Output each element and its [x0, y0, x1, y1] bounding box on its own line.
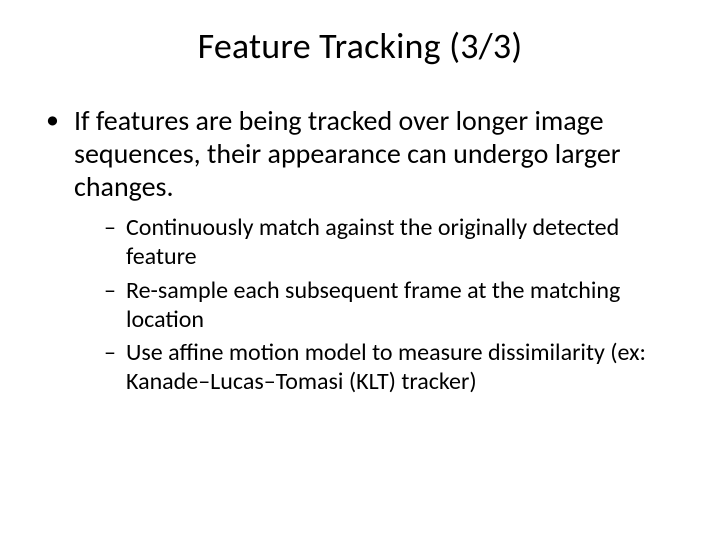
sub-bullet-item: Re-sample each subsequent frame at the m…: [104, 276, 678, 335]
bullet-text: If features are being tracked over longe…: [74, 103, 621, 204]
sub-bullet-item: Continuously match against the originall…: [104, 213, 678, 272]
slide-body: If features are being tracked over longe…: [0, 78, 720, 397]
bullet-list-level2: Continuously match against the originall…: [74, 213, 678, 397]
slide-title: Feature Tracking (3/3): [0, 0, 720, 78]
sub-bullet-item: Use affine motion model to measure dissi…: [104, 338, 678, 397]
slide: Feature Tracking (3/3) If features are b…: [0, 0, 720, 540]
bullet-list-level1: If features are being tracked over longe…: [42, 104, 678, 397]
bullet-item: If features are being tracked over longe…: [42, 104, 678, 397]
